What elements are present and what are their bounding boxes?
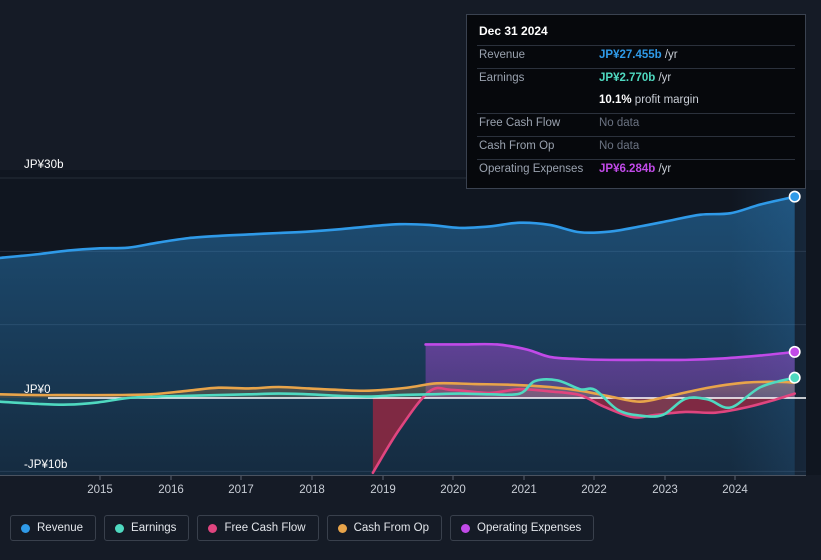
tooltip-value-unit: profit margin bbox=[631, 94, 699, 106]
revenue-endpoint-marker bbox=[788, 190, 801, 203]
tooltip-row: Earnings JP¥2.770b /yr bbox=[477, 68, 795, 91]
legend-item-free-cash-flow[interactable]: Free Cash Flow bbox=[197, 515, 319, 541]
chart-legend: Revenue Earnings Free Cash Flow Cash From O… bbox=[10, 515, 595, 541]
y-axis-tick-label: JP¥30b bbox=[24, 159, 64, 171]
tooltip-value-number: JP¥27.455b bbox=[599, 49, 662, 61]
legend-item-revenue[interactable]: Revenue bbox=[10, 515, 97, 541]
tooltip-row-value: No data bbox=[599, 140, 639, 152]
x-axis-tick-label: 2017 bbox=[228, 484, 254, 496]
x-axis-tick-label: 2022 bbox=[581, 484, 607, 496]
tooltip-row-value: JP¥2.770b /yr bbox=[599, 72, 671, 84]
legend-color-dot-icon bbox=[21, 523, 30, 533]
x-axis-tick-label: 2021 bbox=[511, 484, 537, 496]
legend-color-dot-icon bbox=[208, 523, 218, 533]
legend-item-label: Revenue bbox=[37, 522, 84, 534]
legend-item-earnings[interactable]: Earnings bbox=[104, 515, 190, 541]
legend-item-cash-from-op[interactable]: Cash From Op bbox=[326, 515, 443, 541]
x-axis-tick-label: 2020 bbox=[440, 484, 466, 496]
tooltip-row: Free Cash Flow No data bbox=[477, 113, 795, 136]
tooltip-row-value: JP¥6.284b /yr bbox=[599, 163, 671, 175]
x-axis-tick-label: 2024 bbox=[722, 484, 748, 496]
y-axis-tick-label: -JP¥10b bbox=[24, 459, 68, 471]
tooltip-no-data: No data bbox=[599, 140, 640, 152]
tooltip-row-label: Operating Expenses bbox=[479, 163, 584, 175]
legend-color-dot-icon bbox=[461, 523, 471, 533]
tooltip-row-value: JP¥27.455b /yr bbox=[599, 49, 678, 61]
tooltip-value-unit: /yr bbox=[655, 72, 672, 84]
x-axis-tick-label: 2019 bbox=[370, 484, 396, 496]
earnings-endpoint-marker bbox=[788, 371, 801, 384]
tooltip-value-number: JP¥6.284b bbox=[599, 163, 656, 175]
legend-item-operating-expenses[interactable]: Operating Expenses bbox=[450, 515, 595, 541]
x-axis-tick-label: 2016 bbox=[158, 484, 184, 496]
tooltip-row: Cash From Op No data bbox=[477, 136, 795, 159]
tooltip-row-label: Earnings bbox=[479, 72, 525, 84]
x-axis-tick-label: 2015 bbox=[87, 484, 113, 496]
legend-item-label: Earnings bbox=[131, 522, 177, 534]
tooltip-no-data: No data bbox=[599, 117, 640, 129]
legend-color-dot-icon bbox=[115, 523, 125, 533]
x-axis-tick-label: 2018 bbox=[299, 484, 325, 496]
tooltip-row: Operating Expenses JP¥6.284b /yr bbox=[477, 159, 795, 182]
operating-expenses-endpoint-marker bbox=[788, 345, 801, 358]
tooltip-value-unit: /yr bbox=[661, 49, 678, 61]
y-axis-tick-label: JP¥0 bbox=[24, 384, 51, 396]
legend-item-label: Operating Expenses bbox=[477, 522, 582, 534]
legend-item-label: Free Cash Flow bbox=[224, 522, 306, 534]
x-axis-tick-label: 2023 bbox=[652, 484, 678, 496]
tooltip-value-number: 10.1% bbox=[599, 94, 632, 106]
tooltip-value-number: JP¥2.770b bbox=[599, 72, 656, 84]
tooltip-row-label: Free Cash Flow bbox=[479, 117, 561, 129]
tooltip-date: Dec 31 2024 bbox=[479, 24, 548, 38]
data-tooltip: Dec 31 2024 Revenue JP¥27.455b /yr Earning… bbox=[466, 14, 806, 189]
tooltip-row-value: 10.1% profit margin bbox=[599, 94, 699, 106]
legend-color-dot-icon bbox=[337, 523, 347, 533]
tooltip-row: 10.1% profit margin bbox=[477, 91, 795, 113]
tooltip-rows: Revenue JP¥27.455b /yr Earnings JP¥2.770b /… bbox=[477, 45, 795, 182]
tooltip-row: Revenue JP¥27.455b /yr bbox=[477, 45, 795, 68]
financial-chart-page: JP¥30b JP¥0 -JP¥10b 2015 2016 2017 2018 2019 20… bbox=[0, 0, 821, 560]
tooltip-row-label: Cash From Op bbox=[479, 140, 555, 152]
tooltip-value-unit: /yr bbox=[655, 163, 672, 175]
tooltip-row-value: No data bbox=[599, 117, 639, 129]
tooltip-row-label: Revenue bbox=[479, 49, 526, 61]
legend-item-label: Cash From Op bbox=[353, 522, 430, 534]
